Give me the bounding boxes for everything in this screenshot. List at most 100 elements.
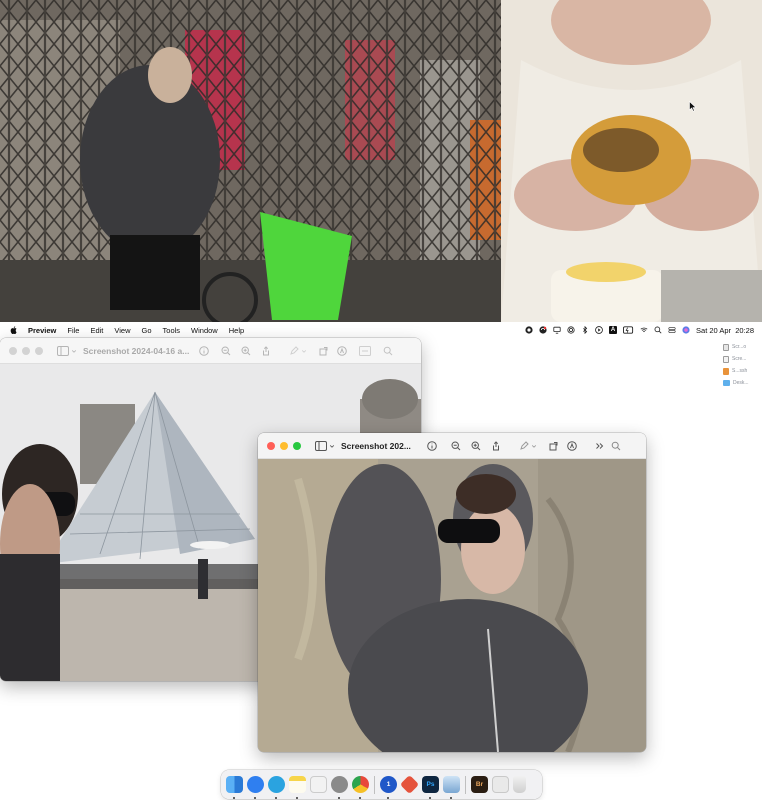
- menu-window[interactable]: Window: [191, 326, 218, 335]
- info-icon[interactable]: [199, 345, 209, 356]
- bluetooth-icon[interactable]: [581, 326, 589, 334]
- wifi-icon[interactable]: [640, 326, 648, 334]
- menu-preview[interactable]: Preview: [28, 326, 56, 335]
- menu-file[interactable]: File: [67, 326, 79, 335]
- zoom-in-icon[interactable]: [241, 345, 251, 356]
- window-title: Screenshot 202...: [341, 440, 411, 451]
- airdrop-icon[interactable]: [567, 326, 575, 334]
- trash-icon[interactable]: [513, 776, 526, 793]
- preview-window-front[interactable]: Screenshot 202...: [258, 433, 646, 752]
- desktop-file-label: Desk...: [733, 380, 749, 386]
- sidebar-icon[interactable]: [57, 345, 69, 356]
- keyboard-a-icon[interactable]: A: [609, 326, 618, 334]
- markup-circle-icon[interactable]: [567, 440, 577, 451]
- photo-person-eating-burger: [501, 0, 762, 322]
- menu-help[interactable]: Help: [229, 326, 244, 335]
- dock-separator: [465, 775, 466, 794]
- image-canvas[interactable]: [258, 459, 646, 752]
- dock-app-safari[interactable]: [247, 776, 264, 799]
- menu-view[interactable]: View: [114, 326, 130, 335]
- folder-icon: [723, 380, 730, 386]
- window-titlebar[interactable]: Screenshot 202...: [258, 433, 646, 459]
- apple-icon[interactable]: [10, 326, 18, 334]
- search-icon[interactable]: [654, 326, 662, 334]
- running-indicator: [296, 797, 298, 799]
- chevron-down-icon[interactable]: [531, 441, 537, 451]
- creative-cloud-icon[interactable]: [525, 326, 533, 334]
- toggle-icon[interactable]: [668, 326, 676, 334]
- dock-app-preview[interactable]: [443, 776, 460, 799]
- dock-app-git-client[interactable]: [399, 774, 420, 795]
- dock-app-downloads-stack[interactable]: [492, 776, 509, 793]
- dock-separator: [374, 775, 375, 794]
- search-icon[interactable]: [611, 441, 621, 451]
- battery-icon[interactable]: [623, 326, 634, 334]
- dock-app-label: Br: [475, 781, 484, 788]
- window-titlebar[interactable]: Screenshot 2024-04-16 a...: [0, 338, 421, 364]
- minimize-button[interactable]: [22, 346, 30, 355]
- menubar-datetime[interactable]: Sat 20 Apr 20:28: [696, 326, 754, 335]
- overflow-icon[interactable]: [595, 441, 605, 451]
- photo-cyclist-by-gate: [0, 0, 501, 322]
- desktop-file-label: Scre...: [732, 356, 747, 362]
- zoom-in-icon[interactable]: [471, 440, 481, 451]
- dock-app-chrome[interactable]: [352, 776, 369, 799]
- dock-app-label: 1: [386, 781, 391, 788]
- share-icon[interactable]: [491, 440, 501, 451]
- dock: 1 Ps Br: [221, 770, 542, 799]
- zoom-out-icon[interactable]: [221, 345, 231, 356]
- dock-app-system-settings[interactable]: [331, 776, 348, 799]
- window-controls: [9, 346, 43, 355]
- sync-icon[interactable]: [539, 326, 547, 334]
- desktop-file-label: S...ssh: [732, 368, 748, 374]
- dock-app-onepassword[interactable]: 1: [380, 776, 397, 799]
- dock-app-finder[interactable]: [226, 776, 243, 799]
- running-indicator: [359, 797, 361, 799]
- info-icon[interactable]: [427, 440, 437, 451]
- document-icon: [723, 355, 729, 363]
- zoom-out-icon[interactable]: [451, 440, 461, 451]
- running-indicator: [233, 797, 235, 799]
- menu-edit[interactable]: Edit: [90, 326, 103, 335]
- window-title: Screenshot 2024-04-16 a...: [83, 345, 190, 356]
- close-button[interactable]: [9, 346, 17, 355]
- menu-bar: Preview File Edit View Go Tools Window H…: [0, 322, 762, 338]
- zoom-button[interactable]: [35, 346, 43, 355]
- rotate-icon[interactable]: [549, 441, 559, 451]
- mouse-cursor-icon: [689, 101, 697, 112]
- markup-icon[interactable]: [289, 345, 299, 356]
- desktop-file[interactable]: Scr...o: [723, 341, 761, 353]
- dock-app-freeform[interactable]: [310, 776, 327, 793]
- status-area: A Sat 20 Apr 20:28: [525, 322, 754, 338]
- dock-app-bridge[interactable]: Br: [471, 776, 488, 793]
- close-button[interactable]: [267, 441, 275, 450]
- menu-go[interactable]: Go: [142, 326, 152, 335]
- document-icon: [723, 343, 729, 351]
- markup-circle-icon[interactable]: [337, 345, 347, 356]
- share-icon[interactable]: [261, 345, 271, 356]
- chevron-down-icon[interactable]: [71, 346, 77, 356]
- sidebar-icon[interactable]: [315, 440, 327, 451]
- dock-app-photoshop[interactable]: Ps: [422, 776, 439, 799]
- chevron-down-icon[interactable]: [301, 346, 307, 356]
- display-icon[interactable]: [553, 326, 561, 334]
- zoom-button[interactable]: [293, 441, 301, 450]
- desktop-file[interactable]: Scre...: [723, 353, 761, 365]
- siri-icon[interactable]: [682, 326, 690, 334]
- play-icon[interactable]: [595, 326, 603, 334]
- running-indicator: [450, 797, 452, 799]
- menu-tools[interactable]: Tools: [163, 326, 181, 335]
- running-indicator: [387, 797, 389, 799]
- dock-app-notes[interactable]: [289, 776, 306, 799]
- form-fill-icon[interactable]: [359, 345, 371, 356]
- dock-app-telegram[interactable]: [268, 776, 285, 799]
- desktop-file[interactable]: Desk...: [723, 377, 761, 389]
- markup-icon[interactable]: [519, 440, 529, 451]
- image-file-icon: [723, 367, 729, 375]
- burger-photo-illustration: [501, 0, 762, 322]
- desktop-file[interactable]: S...ssh: [723, 365, 761, 377]
- minimize-button[interactable]: [280, 441, 288, 450]
- search-icon[interactable]: [383, 346, 393, 356]
- rotate-icon[interactable]: [319, 346, 329, 356]
- chevron-down-icon[interactable]: [329, 441, 335, 451]
